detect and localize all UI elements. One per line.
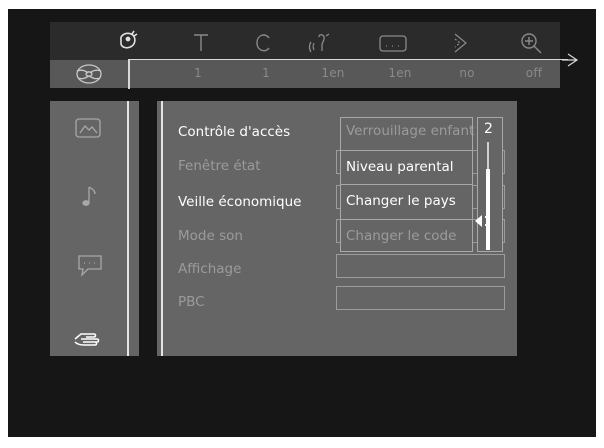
subtitle-icon bbox=[376, 30, 410, 56]
chapter-icon bbox=[246, 30, 280, 56]
menu-item-sound-mode[interactable]: Mode son bbox=[178, 225, 243, 247]
status-value-zoom: off bbox=[525, 66, 543, 80]
status-value-chapter: 1 bbox=[262, 66, 270, 80]
menu-item-display[interactable]: Affichage bbox=[178, 258, 241, 280]
status-value-subtitle: 1en bbox=[388, 66, 412, 80]
submenu-separator bbox=[341, 219, 472, 220]
angle-icon bbox=[442, 30, 476, 56]
pointer-left-icon[interactable] bbox=[474, 212, 490, 230]
disc-icon bbox=[74, 63, 104, 85]
pbc-value-box[interactable] bbox=[336, 286, 505, 310]
status-bar-rule bbox=[128, 59, 568, 60]
menu-item-eco-standby[interactable]: Veille économique bbox=[178, 191, 301, 213]
zoom-icon bbox=[515, 30, 549, 56]
camera-angle-icon bbox=[110, 30, 144, 56]
submenu-separator bbox=[341, 150, 472, 151]
status-value-audio: 1en bbox=[321, 66, 345, 80]
status-bar-divider bbox=[128, 60, 130, 89]
submenu-item-change-country[interactable]: Changer le pays bbox=[346, 190, 456, 212]
menu-item-status-window[interactable]: Fenêtre état bbox=[178, 155, 261, 177]
title-icon bbox=[184, 30, 218, 56]
display-value-box[interactable] bbox=[336, 254, 505, 278]
preferences-settings-icon[interactable] bbox=[72, 327, 102, 353]
menu-item-access-control[interactable]: Contrôle d'accès bbox=[178, 121, 290, 143]
submenu-separator bbox=[341, 184, 472, 185]
arrow-right-icon bbox=[560, 48, 580, 70]
audio-icon bbox=[303, 30, 337, 56]
picture-settings-icon[interactable] bbox=[73, 116, 103, 142]
category-divider bbox=[127, 101, 129, 356]
menu-divider bbox=[161, 101, 163, 356]
status-value-title: 1 bbox=[194, 66, 202, 80]
parental-level-value: 2 bbox=[484, 121, 493, 137]
submenu-item-child-lock[interactable]: Verrouillage enfant bbox=[346, 120, 474, 142]
parental-level-fill bbox=[486, 169, 490, 250]
submenu-item-parental-level[interactable]: Niveau parental bbox=[346, 156, 454, 178]
status-value-angle: no bbox=[459, 66, 475, 80]
menu-item-pbc[interactable]: PBC bbox=[178, 291, 205, 313]
audio-settings-icon[interactable] bbox=[75, 184, 105, 210]
submenu-item-change-code[interactable]: Changer le code bbox=[346, 225, 456, 247]
language-settings-icon[interactable] bbox=[75, 252, 105, 278]
